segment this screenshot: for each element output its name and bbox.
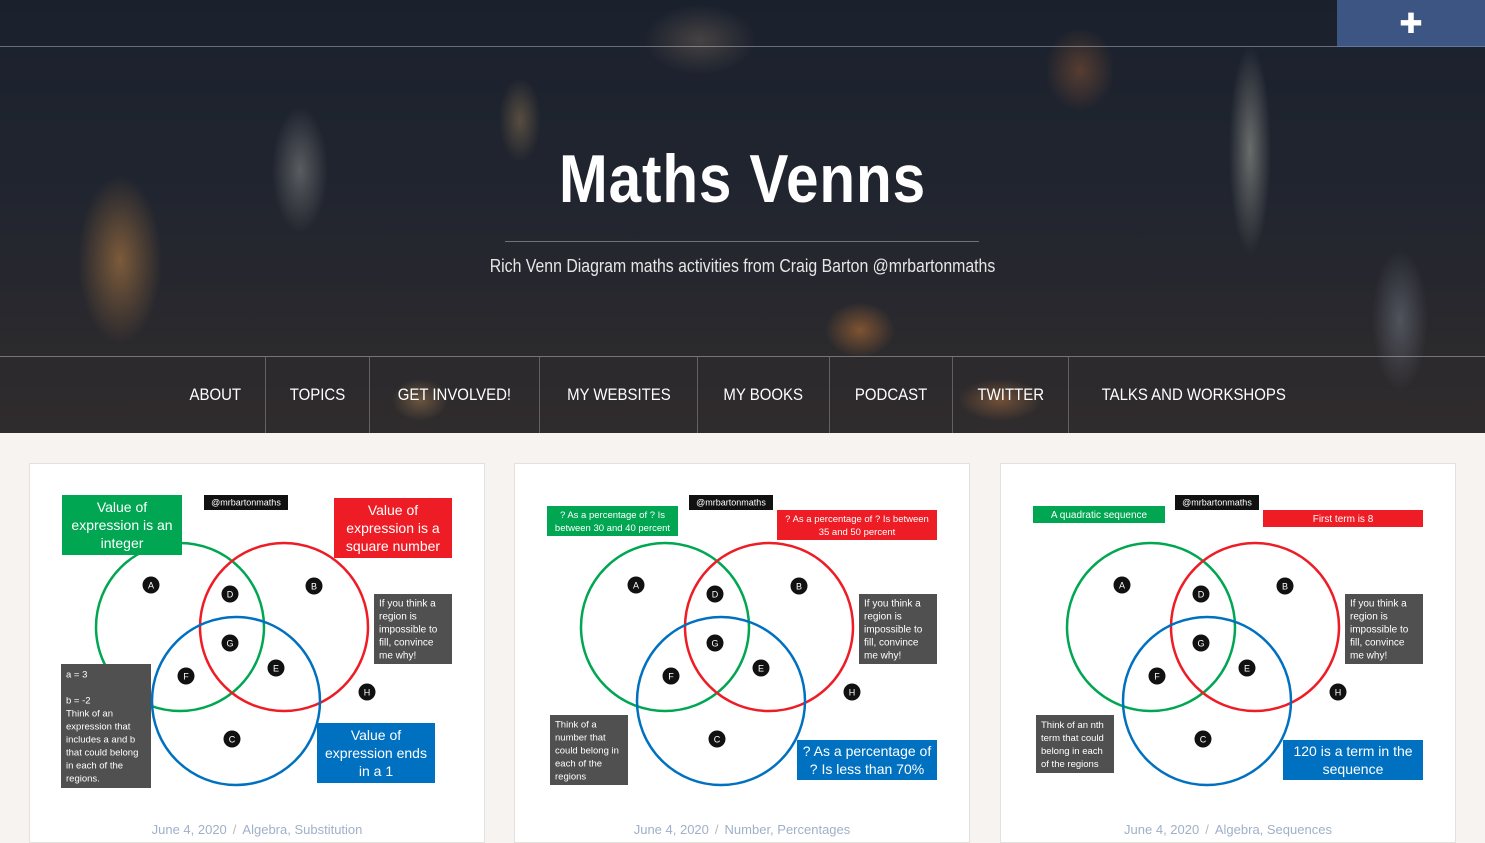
nav-item-twitter[interactable]: TWITTER (953, 357, 1070, 433)
expand-plus-button[interactable]: ✚ (1337, 0, 1485, 47)
venn-diagram-image[interactable]: @mrbartonmaths Value of expression is an in… (30, 464, 485, 809)
plus-icon: ✚ (1399, 7, 1423, 40)
title-divider (505, 241, 979, 242)
region-marker-e: E (1238, 659, 1256, 677)
region-letter: A (633, 581, 639, 591)
green-set-label: ? As a percentage of ? Is between 30 and … (547, 506, 678, 536)
region-letter: A (1119, 581, 1125, 591)
region-marker-f: F (177, 667, 195, 685)
venn-diagram-image[interactable]: @mrbartonmaths A quadratic sequence First … (1001, 464, 1456, 809)
region-letter: G (226, 639, 233, 649)
twitter-handle-tag: @mrbartonmaths (204, 495, 288, 510)
region-marker-b: B (305, 577, 323, 595)
region-marker-a: A (1113, 576, 1131, 594)
region-letter: F (1154, 672, 1160, 682)
nav-item-topics[interactable]: TOPICS (266, 357, 370, 433)
region-marker-h: H (358, 683, 376, 701)
region-marker-d: D (221, 585, 239, 603)
green-set-label: Value of expression is an integer (62, 495, 182, 555)
venn-circle-red (198, 541, 370, 713)
region-marker-h: H (1329, 683, 1347, 701)
blue-set-label: Value of expression ends in a 1 (317, 723, 435, 783)
hint-box: If you think a region is impossible to fill… (859, 594, 937, 664)
region-marker-h: H (843, 683, 861, 701)
region-letter: D (712, 590, 719, 600)
region-letter: B (1282, 582, 1288, 592)
post-card[interactable]: @mrbartonmaths A quadratic sequence First … (1000, 463, 1456, 843)
green-set-label-text: A quadratic sequence (1051, 510, 1148, 521)
post-grid: @mrbartonmaths Value of expression is an in… (0, 463, 1485, 843)
region-marker-f: F (1148, 667, 1166, 685)
twitter-handle-tag-text: @mrbartonmaths (211, 497, 281, 507)
region-letter: B (796, 582, 802, 592)
region-marker-e: E (752, 659, 770, 677)
twitter-handle-tag-text: @mrbartonmaths (696, 497, 766, 507)
region-letter: D (1198, 590, 1205, 600)
nav-item-about[interactable]: ABOUT (166, 357, 266, 433)
nav-item-my-books[interactable]: MY BOOKS (698, 357, 830, 433)
twitter-handle-tag-text: @mrbartonmaths (1182, 497, 1252, 507)
region-marker-b: B (1276, 577, 1294, 595)
region-marker-c: C (223, 730, 241, 748)
post-card[interactable]: @mrbartonmaths Value of expression is an in… (29, 463, 485, 843)
region-letter: E (273, 664, 279, 674)
venn-circle-green (579, 541, 751, 713)
region-letter: C (714, 735, 721, 745)
site-title[interactable]: Maths Venns (104, 140, 1381, 218)
hint-box: If you think a region is impossible to fill… (374, 594, 452, 664)
nav-item-my-websites[interactable]: MY WEBSITES (540, 357, 699, 433)
region-letter: C (1200, 735, 1207, 745)
region-marker-g: G (221, 634, 239, 652)
nav-item-podcast[interactable]: PODCAST (830, 357, 953, 433)
green-set-label: A quadratic sequence (1033, 506, 1165, 523)
red-set-label: Value of expression is a square number (334, 498, 452, 558)
red-set-label: First term is 8 (1263, 510, 1423, 527)
region-letter: G (711, 639, 718, 649)
region-letter: E (758, 664, 764, 674)
region-letter: H (849, 688, 856, 698)
region-letter: F (668, 672, 674, 682)
region-marker-c: C (1194, 730, 1212, 748)
venn-circle-red (1169, 541, 1341, 713)
region-letter: H (1335, 688, 1342, 698)
region-letter: C (229, 735, 236, 745)
venn-circle-red (683, 541, 855, 713)
region-marker-e: E (267, 659, 285, 677)
nav-item-get-involved[interactable]: GET INVOLVED! (370, 357, 540, 433)
site-tagline: Rich Venn Diagram maths activities from … (489, 256, 996, 276)
blue-set-label: ? As a percentage of? Is less than 70% (797, 740, 937, 780)
twitter-handle-tag: @mrbartonmaths (1175, 495, 1259, 510)
venn-diagram-image[interactable]: @mrbartonmaths ? As a percentage of ? Is b… (515, 464, 970, 809)
post-card[interactable]: @mrbartonmaths ? As a percentage of ? Is b… (514, 463, 970, 843)
instruction-box: Think of an nth term that could belong in … (1036, 715, 1114, 773)
region-marker-d: D (706, 585, 724, 603)
region-marker-a: A (627, 576, 645, 594)
region-letter: D (227, 590, 234, 600)
hint-box: If you think a region is impossible to fill… (1345, 594, 1423, 664)
region-marker-g: G (706, 634, 724, 652)
region-marker-a: A (142, 576, 160, 594)
region-marker-f: F (662, 667, 680, 685)
region-marker-c: C (708, 730, 726, 748)
red-set-label-text: First term is 8 (1313, 514, 1374, 525)
region-letter: E (1244, 664, 1250, 674)
region-letter: B (311, 582, 317, 592)
twitter-handle-tag: @mrbartonmaths (689, 495, 773, 510)
region-marker-g: G (1192, 634, 1210, 652)
top-bar: ✚ (0, 0, 1485, 47)
red-set-label: ? As a percentage of ? Is between 35 and … (777, 510, 937, 540)
region-letter: F (183, 672, 189, 682)
region-letter: H (364, 688, 371, 698)
region-marker-d: D (1192, 585, 1210, 603)
region-marker-b: B (790, 577, 808, 595)
nav-item-talks-and-workshops[interactable]: TALKS AND WORKSHOPS (1069, 357, 1318, 433)
instruction-box: a = 3b = -2 Think of an expression that inc… (61, 664, 151, 788)
venn-circle-green (1065, 541, 1237, 713)
region-letter: A (148, 581, 154, 591)
instruction-box: Think of a number that could belong in each… (550, 715, 628, 785)
main-nav: ABOUT TOPICS GET INVOLVED! MY WEBSITES M… (0, 356, 1485, 433)
region-letter: G (1197, 639, 1204, 649)
blue-set-label: 120 is a term in the sequence (1283, 740, 1423, 780)
